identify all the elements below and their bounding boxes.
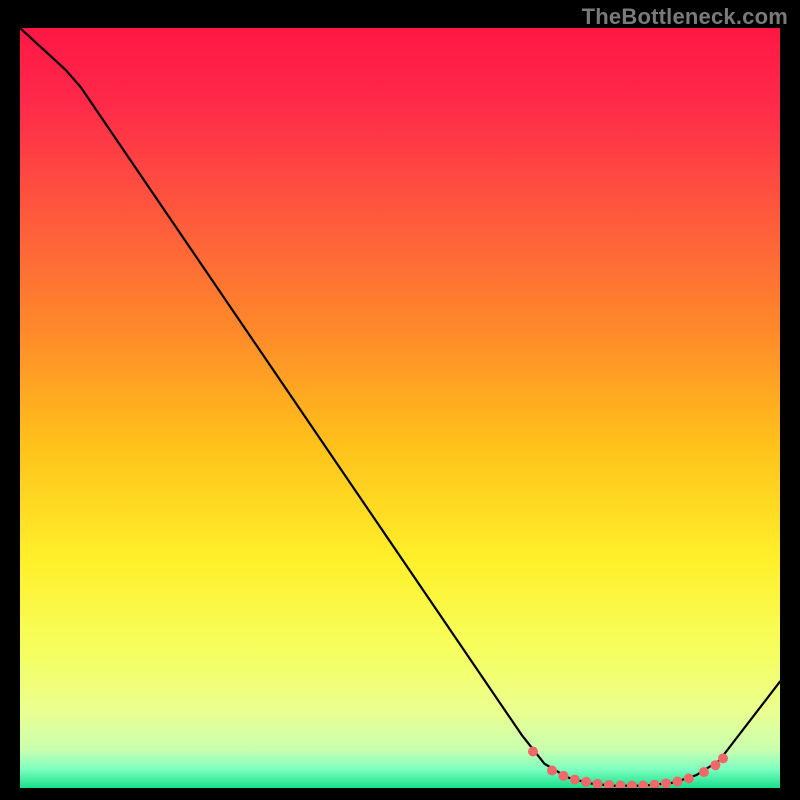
bottleneck-plot [20, 28, 780, 788]
chart-svg [20, 28, 780, 788]
attribution-text: TheBottleneck.com [582, 4, 788, 30]
chart-container: TheBottleneck.com [0, 0, 800, 800]
